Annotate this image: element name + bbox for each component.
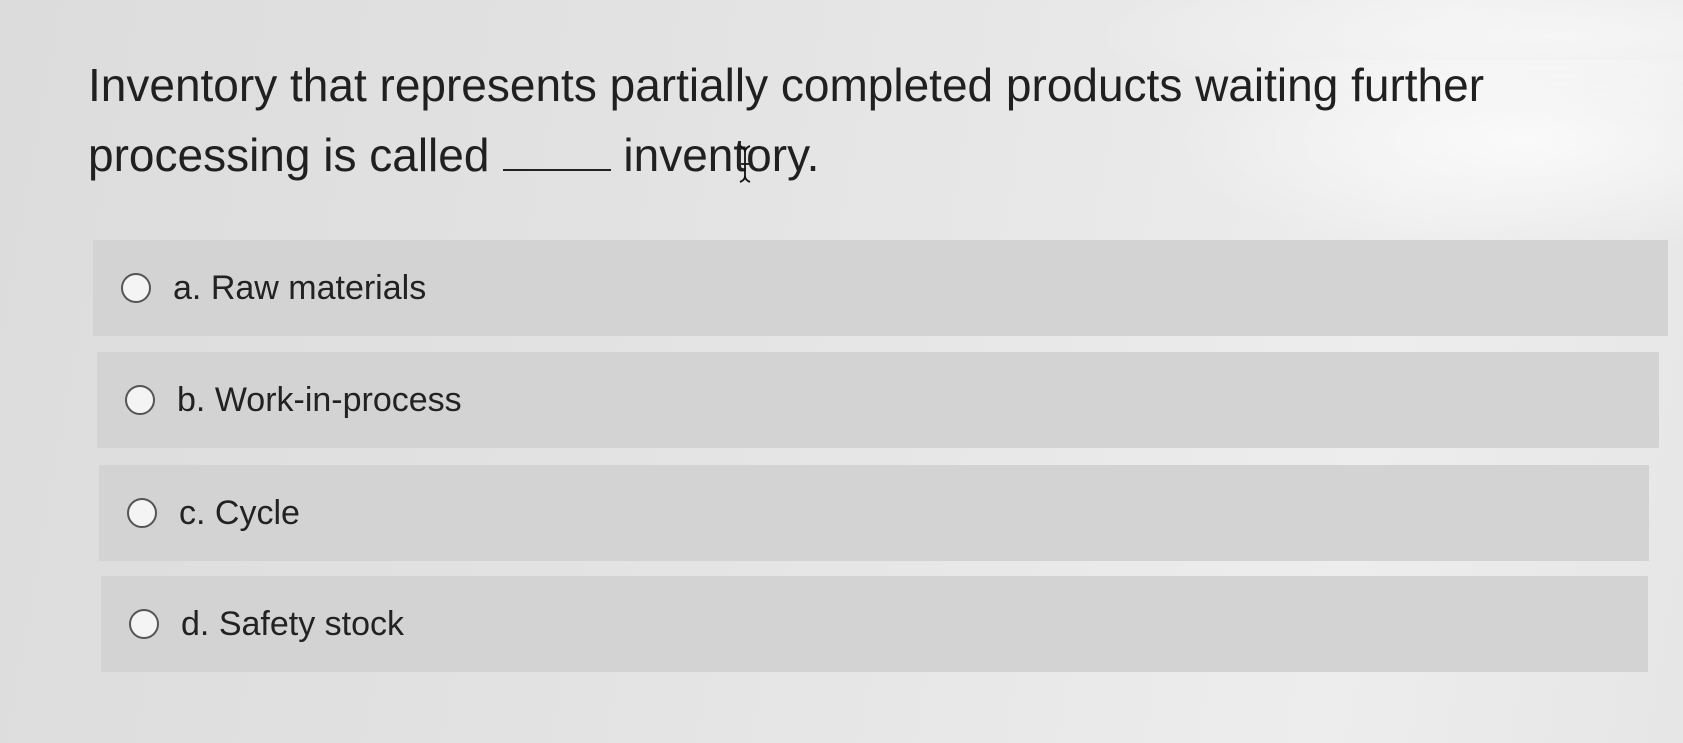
option-d[interactable]: d. Safety stock [101, 576, 1648, 672]
radio-option-a[interactable] [121, 273, 151, 303]
option-d-text: Safety stock [218, 604, 405, 643]
option-a[interactable]: a. Raw materials [93, 240, 1668, 336]
option-a-letter: a. [173, 268, 202, 307]
option-d-label: d. Safety stock [181, 605, 404, 644]
option-b-letter: b. [177, 380, 206, 419]
radio-option-c[interactable] [127, 498, 157, 528]
option-d-letter: d. [181, 604, 210, 643]
radio-option-b[interactable] [125, 385, 155, 415]
option-b[interactable]: b. Work-in-process [97, 352, 1659, 448]
option-c[interactable]: c. Cycle [99, 465, 1649, 561]
option-a-text: Raw materials [210, 268, 427, 307]
option-b-text: Work-in-process [214, 380, 462, 419]
option-c-text: Cycle [214, 493, 300, 532]
option-c-label: c. Cycle [179, 494, 300, 533]
answer-options: a. Raw materials b. Work-in-process c. C… [0, 0, 1683, 743]
option-a-label: a. Raw materials [173, 269, 426, 308]
option-c-letter: c. [179, 493, 206, 532]
radio-option-d[interactable] [129, 609, 159, 639]
option-b-label: b. Work-in-process [177, 381, 462, 420]
